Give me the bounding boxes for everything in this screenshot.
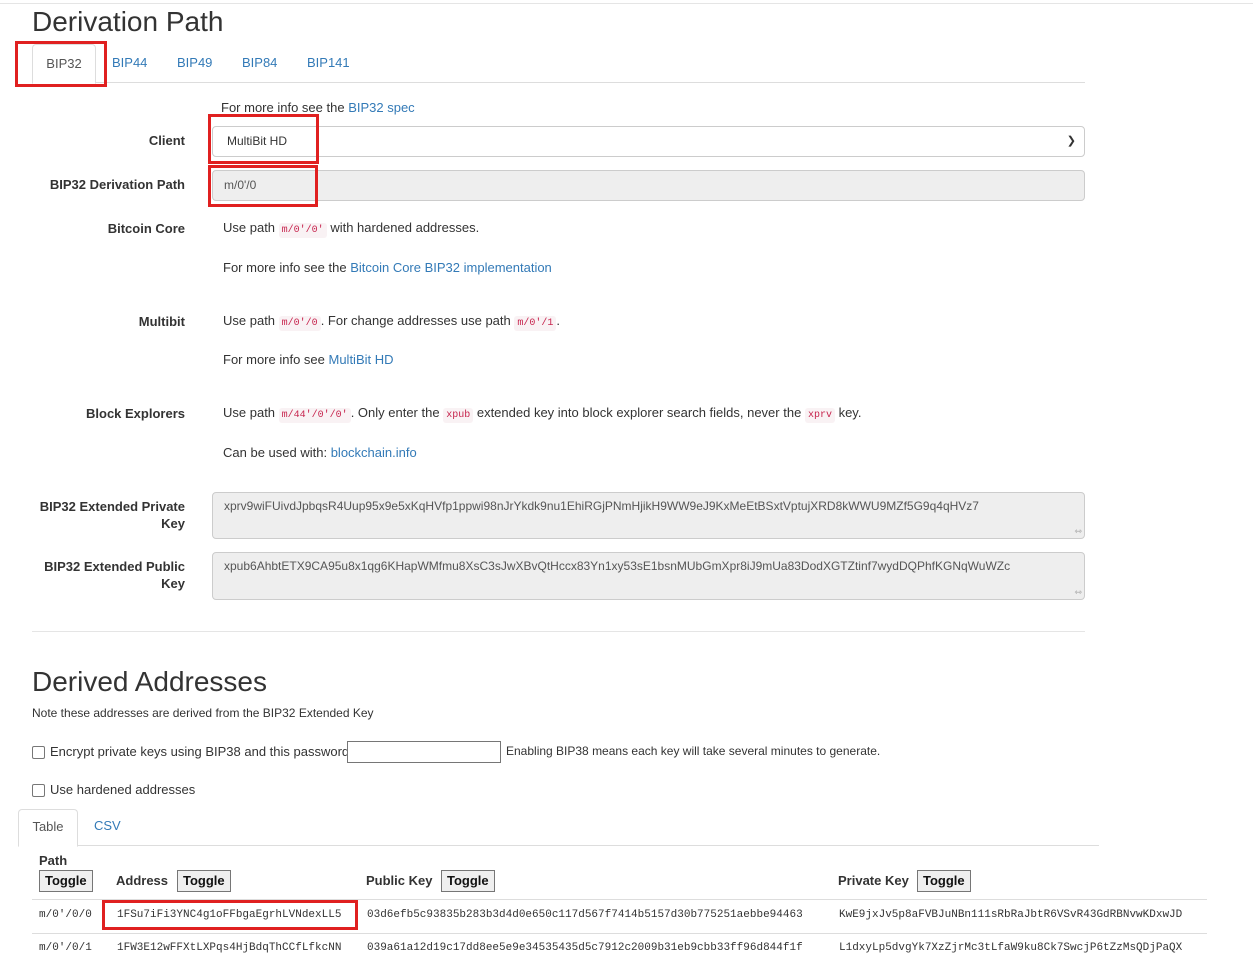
row-path: m/0'/0/1	[39, 942, 92, 954]
tab-bip44[interactable]: BIP44	[112, 44, 147, 82]
derived-note: Note these addresses are derived from th…	[32, 706, 374, 720]
xprv-code: xprv	[804, 408, 835, 423]
path-code: m/0'/1	[514, 316, 557, 331]
blockchain-info-link[interactable]: blockchain.info	[331, 445, 417, 460]
highlight-client	[208, 114, 319, 164]
xpub-label: BIP32 Extended Public Key	[44, 559, 185, 591]
chevron-down-icon: ❯	[1066, 135, 1076, 147]
output-tabs: Table CSV	[18, 809, 1099, 847]
toggle-path-button[interactable]: Toggle	[39, 870, 93, 892]
bip32-info: For more info see the BIP32 spec	[221, 100, 415, 115]
column-header-public-key: Public Key	[366, 873, 433, 888]
highlight-address	[102, 900, 358, 930]
path-code: m/44'/0'/0'	[278, 408, 351, 423]
bip38-note: Enabling BIP38 means each key will take …	[506, 744, 881, 758]
block-explorers-text: Use path m/44'/0'/0'. Only enter the xpu…	[223, 405, 862, 423]
derivation-path-field[interactable]: m/0'/0	[212, 170, 1085, 201]
row-path: m/0'/0/0	[39, 909, 92, 921]
path-code: m/0'/0'	[278, 223, 327, 238]
row-address: 1FW3E12wFFXtLXPqs4HjBdqThCCfLfkcNN	[117, 942, 342, 954]
highlight-bip32-tab	[15, 41, 107, 87]
row-private-key: KwE9jxJv5p8aFVBJuNBn111sRbRaJbtR6VSvR43G…	[839, 909, 1183, 921]
row-private-key: L1dxyLp5dvgYk7XzZjrMc3tLfaW9ku8Ck7SwcjP6…	[839, 942, 1183, 954]
client-label: Client	[148, 133, 185, 148]
row-public-key: 039a61a12d19c17dd8ee5e9e34535435d5c7912c…	[367, 942, 803, 954]
derived-addresses-heading: Derived Addresses	[32, 666, 268, 697]
bitcoin-core-link[interactable]: Bitcoin Core BIP32 implementation	[350, 260, 552, 275]
xpub-textarea[interactable]: xpub6AhbtETX9CA95u8x1qg6KHapWMfmu8XsC3sJ…	[212, 552, 1085, 600]
bitcoin-core-path-text: Use path m/0'/0' with hardened addresses…	[223, 220, 480, 238]
derivation-path-label: BIP32 Derivation Path	[49, 177, 185, 192]
multibit-path-text: Use path m/0'/0. For change addresses us…	[223, 313, 561, 331]
top-divider	[0, 3, 1253, 4]
xprv-label: BIP32 Extended Private Key	[39, 499, 185, 531]
client-select[interactable]: MultiBit HD ❯	[212, 126, 1085, 157]
bitcoin-core-label: Bitcoin Core	[107, 221, 185, 236]
tab-bip49[interactable]: BIP49	[177, 44, 212, 82]
bip38-password-input[interactable]	[347, 741, 501, 763]
row-public-key: 03d6efb5c93835b283b3d4d0e650c117d567f741…	[367, 909, 803, 921]
derivation-heading: Derivation Path	[32, 6, 224, 37]
hardened-checkbox[interactable]	[32, 784, 45, 797]
resize-handle-icon[interactable]: ⇿	[1074, 587, 1082, 598]
bip32-spec-link[interactable]: BIP32 spec	[348, 100, 415, 115]
multibit-hd-link[interactable]: MultiBit HD	[329, 352, 394, 367]
bitcoin-core-info: For more info see the Bitcoin Core BIP32…	[223, 260, 552, 275]
column-header-private-key: Private Key	[838, 873, 909, 888]
column-header-path: Path	[39, 853, 68, 868]
multibit-label: Multibit	[138, 314, 185, 329]
highlight-derivation-path	[208, 165, 318, 207]
derivation-tabs: BIP32 BIP44 BIP49 BIP84 BIP141	[32, 44, 1085, 84]
bip38-label: Encrypt private keys using BIP38 and thi…	[50, 744, 353, 759]
bip38-checkbox[interactable]	[32, 746, 45, 759]
tab-csv[interactable]: CSV	[94, 809, 121, 845]
hardened-label: Use hardened addresses	[50, 782, 196, 797]
xpub-code: xpub	[443, 408, 474, 423]
tab-table[interactable]: Table	[18, 809, 78, 847]
multibit-info: For more info see MultiBit HD	[223, 352, 394, 367]
toggle-private-key-button[interactable]: Toggle	[917, 870, 971, 892]
column-header-address: Address	[116, 873, 169, 888]
toggle-public-key-button[interactable]: Toggle	[441, 870, 495, 892]
tab-bip84[interactable]: BIP84	[242, 44, 277, 82]
xprv-textarea[interactable]: xprv9wiFUivdJpbqsR4Uup95x9e5xKqHVfp1ppwi…	[212, 492, 1085, 539]
section-divider	[32, 631, 1085, 632]
block-explorers-label: Block Explorers	[86, 406, 185, 421]
path-code: m/0'/0	[278, 316, 321, 331]
tab-bip141[interactable]: BIP141	[307, 44, 350, 82]
resize-handle-icon[interactable]: ⇿	[1074, 526, 1082, 537]
block-explorers-info: Can be used with: blockchain.info	[223, 445, 417, 460]
toggle-address-button[interactable]: Toggle	[177, 870, 231, 892]
